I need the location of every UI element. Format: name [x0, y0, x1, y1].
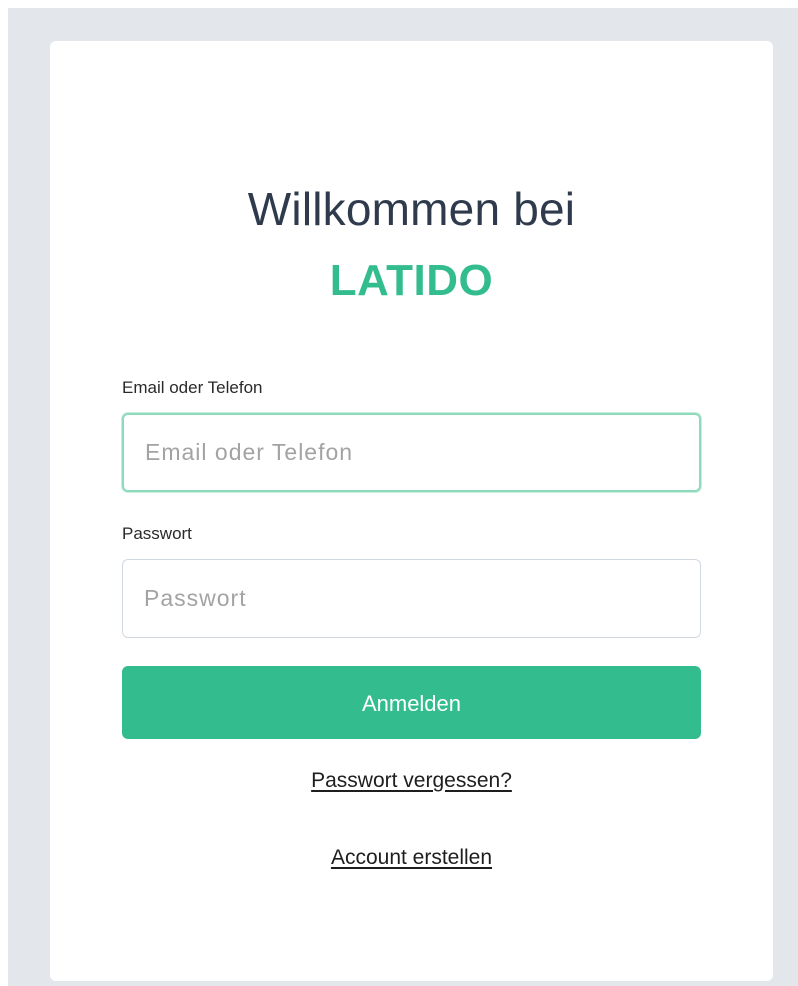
password-input[interactable] [122, 559, 701, 638]
password-label: Passwort [122, 524, 192, 543]
email-input[interactable] [122, 413, 701, 492]
create-account-link[interactable]: Account erstellen [331, 846, 492, 869]
create-account-row: Account erstellen [50, 845, 773, 871]
brand-name: LATIDO [329, 256, 494, 305]
login-card: Willkommen bei LATIDO Email oder Telefon… [50, 41, 773, 981]
forgot-password-row: Passwort vergessen? [50, 768, 773, 794]
email-label: Email oder Telefon [122, 378, 263, 397]
login-button[interactable]: Anmelden [122, 666, 701, 739]
forgot-password-link[interactable]: Passwort vergessen? [311, 769, 512, 792]
welcome-title: Willkommen bei [247, 183, 576, 235]
page-background: Willkommen bei LATIDO Email oder Telefon… [8, 8, 798, 986]
